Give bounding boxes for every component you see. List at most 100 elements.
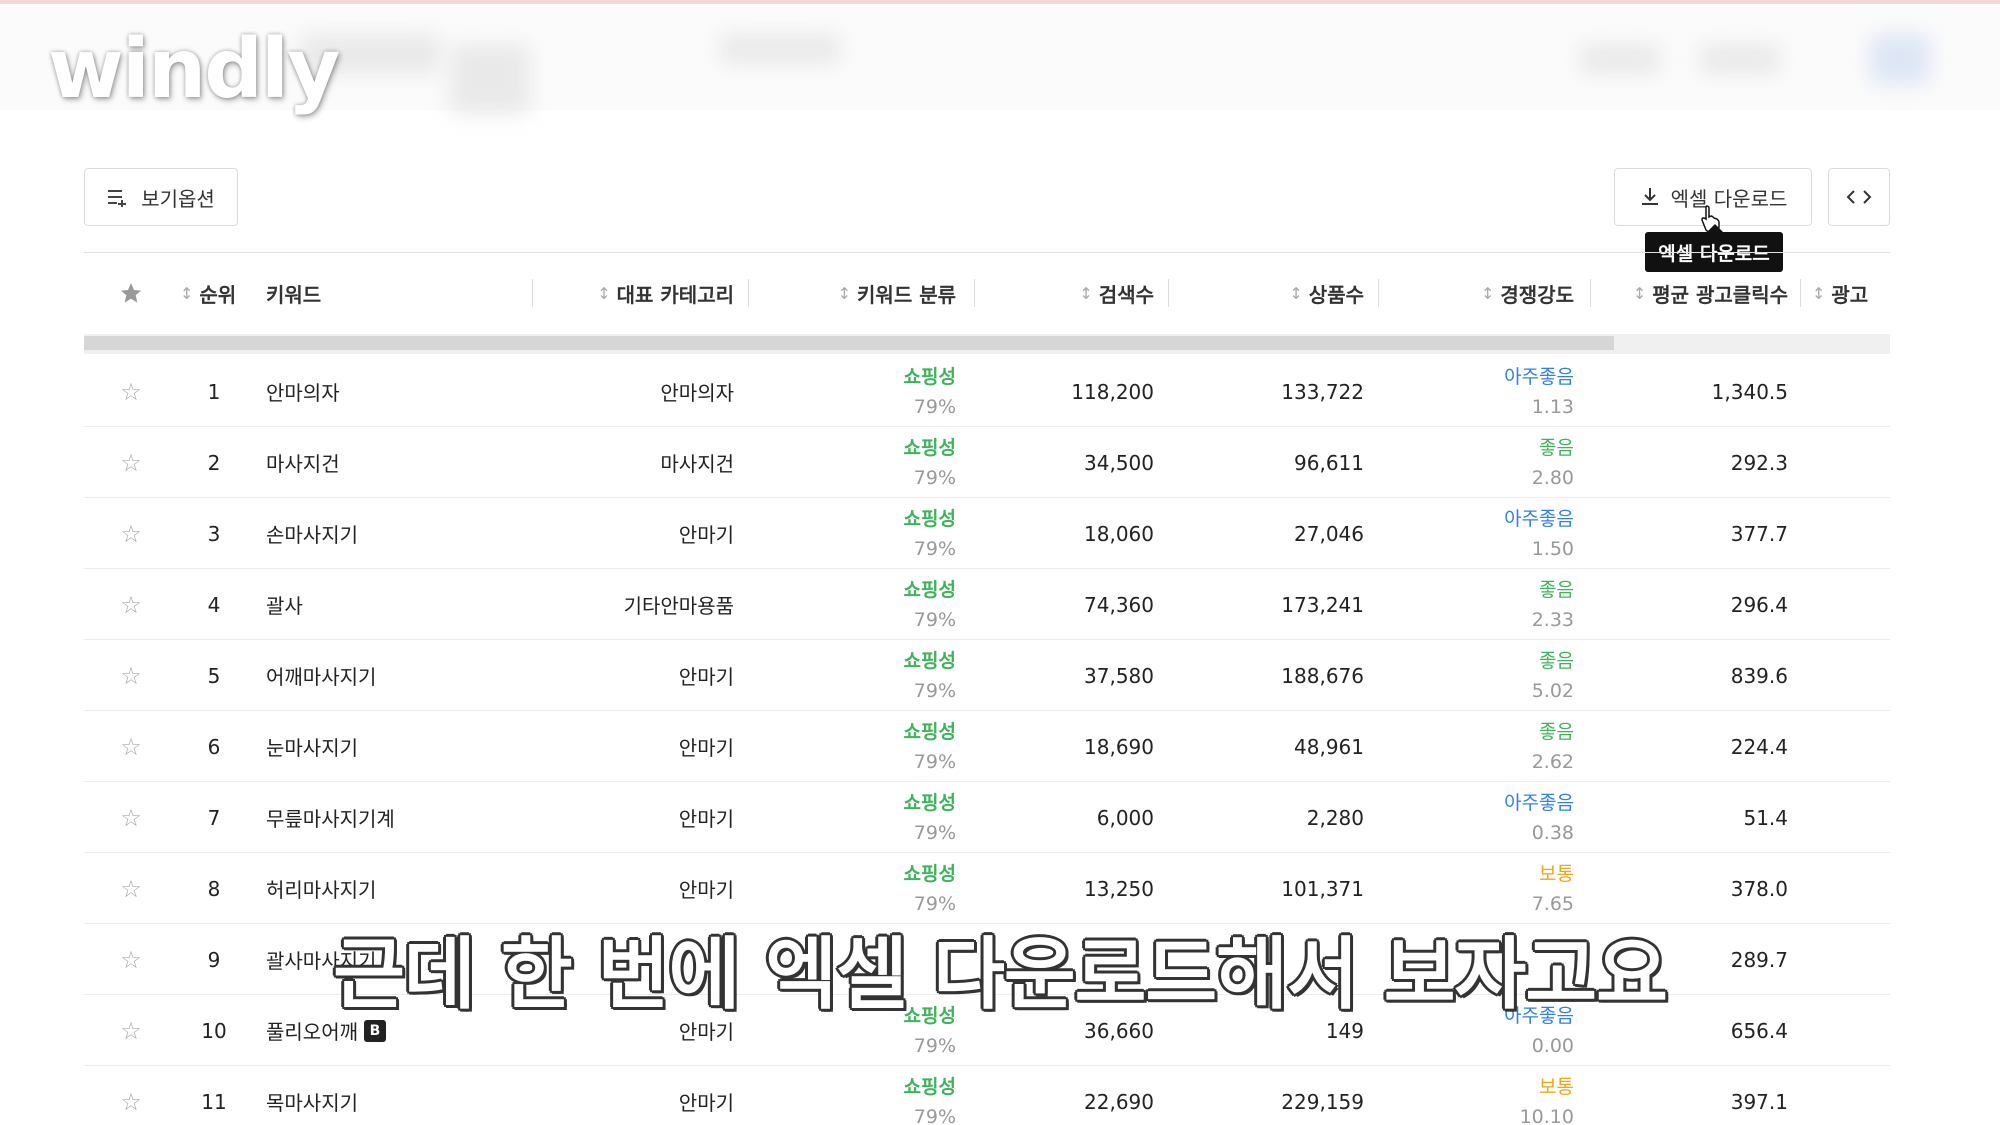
favorite-star-icon[interactable]: ☆ — [116, 640, 146, 711]
competition-label: 좋음 — [1539, 649, 1574, 672]
favorite-star-icon[interactable]: ☆ — [116, 782, 146, 853]
avg-ad-clicks-cell: 292.3 — [1730, 450, 1788, 475]
favorite-star-icon[interactable]: ☆ — [116, 711, 146, 782]
table-row[interactable]: ☆ 4 괄사 기타안마용품 쇼핑성 79% 74,360 173,241 좋음 2.33 296.4 — [84, 569, 1890, 640]
keyword-text: 눈마사지기 — [266, 736, 358, 760]
header-keyword-type[interactable]: ↕ 키워드 분류 — [744, 253, 956, 333]
keyword-type-cell: 쇼핑성 79% — [844, 1066, 956, 1125]
keyword-type-cell: 쇼핑성 79% — [844, 711, 956, 782]
header-product-count[interactable]: ↕ 상품수 — [1168, 253, 1364, 333]
view-options-label: 보기옵션 — [141, 186, 215, 211]
download-icon — [1641, 188, 1658, 205]
rank-cell: 5 — [207, 663, 221, 688]
code-toggle-button[interactable] — [1828, 168, 1890, 226]
favorite-star-icon[interactable]: ☆ — [116, 569, 146, 640]
category-cell: 안마기 — [678, 523, 734, 547]
keyword-text: 허리마사지기 — [266, 878, 377, 902]
scrollbar-thumb[interactable] — [84, 336, 1614, 350]
rank-cell: 11 — [201, 1089, 227, 1114]
keyword-type-cell: 쇼핑성 79% — [844, 356, 956, 427]
windly-logo: windly — [48, 22, 340, 117]
search-count-cell: 118,200 — [1071, 379, 1154, 404]
favorite-star-icon[interactable]: ☆ — [116, 356, 146, 427]
favorite-star-icon[interactable]: ☆ — [116, 427, 146, 498]
sort-icon: ↕ — [837, 283, 852, 303]
category-cell: 기타안마용품 — [623, 594, 734, 618]
keyword-type-label: 쇼핑성 — [903, 791, 956, 814]
blurred-avatar — [1870, 34, 1930, 84]
header-avg-ad-clicks[interactable]: ↕ 평균 광고클릭수 — [1584, 253, 1788, 333]
view-options-button[interactable]: 보기옵션 — [84, 168, 238, 226]
competition-label: 아주좋음 — [1504, 791, 1574, 814]
search-count-cell: 74,360 — [1084, 592, 1154, 617]
competition-value: 10.10 — [1519, 1105, 1574, 1125]
category-cell: 마사지건 — [660, 452, 734, 476]
sort-icon: ↕ — [1289, 283, 1303, 303]
competition-value: 1.13 — [1531, 395, 1574, 418]
competition-label: 보통 — [1539, 1075, 1574, 1098]
keyword-type-label: 쇼핑성 — [903, 436, 956, 459]
search-count-cell: 6,000 — [1096, 805, 1154, 830]
competition-value: 0.00 — [1531, 1034, 1574, 1057]
table-row[interactable]: ☆ 1 안마의자 안마의자 쇼핑성 79% 118,200 133,722 아주좋음 1.13 1,… — [84, 356, 1890, 427]
avg-ad-clicks-cell: 839.6 — [1730, 663, 1788, 688]
competition-cell: 좋음 5.02 — [1464, 640, 1574, 711]
competition-label: 좋음 — [1539, 578, 1574, 601]
keyword-type-percent: 79% — [913, 1034, 956, 1057]
header-keyword-type-label: 키워드 분류 — [857, 282, 956, 307]
favorite-star-icon[interactable]: ☆ — [116, 1066, 146, 1125]
competition-cell: 좋음 2.62 — [1464, 711, 1574, 782]
keyword-type-cell: 쇼핑성 79% — [844, 427, 956, 498]
keyword-type-label: 쇼핑성 — [903, 578, 956, 601]
column-divider — [1800, 279, 1801, 307]
keyword-type-percent: 79% — [913, 679, 956, 702]
keyword-type-percent: 79% — [913, 395, 956, 418]
header-category-label: 대표 카테고리 — [616, 282, 734, 307]
table-row[interactable]: ☆ 11 목마사지기 안마기 쇼핑성 79% 22,690 229,159 보통 10.10 397… — [84, 1066, 1890, 1125]
avg-ad-clicks-cell: 51.4 — [1743, 805, 1788, 830]
sort-icon: ↕ — [1480, 283, 1495, 303]
sort-icon: ↕ — [1079, 283, 1093, 303]
table-row[interactable]: ☆ 6 눈마사지기 안마기 쇼핑성 79% 18,690 48,961 좋음 2.62 224.4 — [84, 711, 1890, 782]
table-row[interactable]: ☆ 2 마사지건 마사지건 쇼핑성 79% 34,500 96,611 좋음 2.80 292.3 — [84, 427, 1890, 498]
excel-download-label: 엑셀 다운로드 — [1670, 186, 1788, 211]
header-competition[interactable]: ↕ 경쟁강도 — [1378, 253, 1574, 333]
category-cell: 안마기 — [678, 807, 734, 831]
avg-ad-clicks-cell: 397.1 — [1730, 1089, 1788, 1114]
header-search-count-label: 검색수 — [1098, 282, 1154, 307]
horizontal-scrollbar[interactable] — [84, 334, 1890, 354]
header-star[interactable] — [116, 253, 146, 333]
keyword-text: 목마사지기 — [266, 1091, 358, 1115]
table-row[interactable]: ☆ 3 손마사지기 안마기 쇼핑성 79% 18,060 27,046 아주좋음 1.50 377.… — [84, 498, 1890, 569]
keyword-type-label: 쇼핑성 — [903, 365, 956, 388]
competition-label: 좋음 — [1539, 720, 1574, 743]
competition-value: 2.33 — [1531, 608, 1574, 631]
header-search-count[interactable]: ↕ 검색수 — [964, 253, 1154, 333]
list-add-icon — [108, 190, 127, 207]
search-count-cell: 18,060 — [1084, 521, 1154, 546]
competition-cell: 아주좋음 1.13 — [1464, 356, 1574, 427]
product-count-cell: 188,676 — [1281, 663, 1364, 688]
keyword-type-cell: 쇼핑성 79% — [844, 640, 956, 711]
competition-label: 아주좋음 — [1504, 507, 1574, 530]
rank-cell: 2 — [207, 450, 221, 475]
product-count-cell: 48,961 — [1294, 734, 1364, 759]
competition-value: 0.38 — [1531, 821, 1574, 844]
header-rank[interactable]: ↕ 순위 — [180, 253, 236, 333]
search-count-cell: 34,500 — [1084, 450, 1154, 475]
header-avg-ad-clicks-label: 평균 광고클릭수 — [1652, 282, 1788, 307]
search-count-cell: 22,690 — [1084, 1089, 1154, 1114]
rank-cell: 7 — [207, 805, 221, 830]
header-category[interactable]: ↕ 대표 카테고리 — [532, 253, 734, 333]
keyword-type-cell: 쇼핑성 79% — [844, 782, 956, 853]
table-row[interactable]: ☆ 7 무릎마사지기계 안마기 쇼핑성 79% 6,000 2,280 아주좋음 0.38 51.4 — [84, 782, 1890, 853]
keyword-type-label: 쇼핑성 — [903, 862, 956, 885]
rank-cell: 1 — [207, 379, 221, 404]
favorite-star-icon[interactable]: ☆ — [116, 498, 146, 569]
search-count-cell: 37,580 — [1084, 663, 1154, 688]
competition-value: 2.62 — [1531, 750, 1574, 773]
keyword-text: 마사지건 — [266, 452, 340, 476]
table-row[interactable]: ☆ 5 어깨마사지기 안마기 쇼핑성 79% 37,580 188,676 좋음 5.02 839.… — [84, 640, 1890, 711]
header-ad[interactable]: ↕ 광고 — [1798, 253, 1890, 333]
keyword-type-cell: 쇼핑성 79% — [844, 569, 956, 640]
